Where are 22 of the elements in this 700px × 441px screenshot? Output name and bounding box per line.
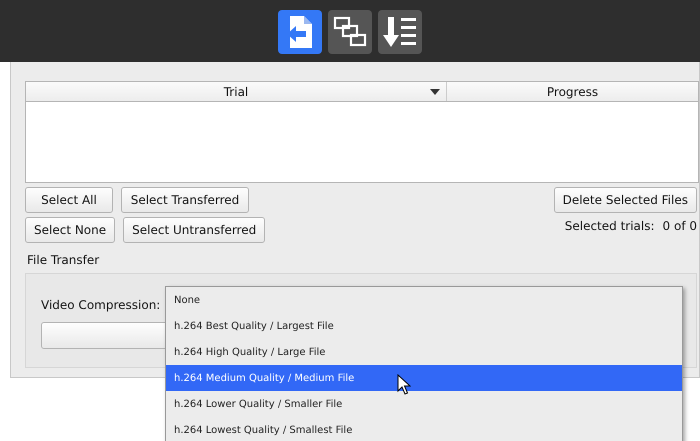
dropdown-arrow-icon[interactable] — [430, 89, 440, 95]
select-button[interactable]: Select Untransferred — [123, 217, 266, 243]
select-button[interactable]: Select Transferred — [121, 187, 249, 213]
dropdown-option[interactable]: h.264 Medium Quality / Medium File — [166, 365, 682, 391]
dropdown-option[interactable]: h.264 Best Quality / Largest File — [166, 313, 682, 339]
delete-selected-files-button[interactable]: Delete Selected Files — [554, 187, 697, 213]
column-header[interactable]: Progress — [446, 82, 698, 101]
dropdown-option[interactable]: h.264 Lower Quality / Smaller File — [166, 391, 682, 417]
dropdown-option[interactable]: h.264 Lowest Quality / Smallest File — [166, 417, 682, 441]
select-button[interactable]: Select All — [25, 187, 113, 213]
selected-trials-label: Selected trials: — [564, 218, 655, 235]
select-button[interactable]: Select None — [25, 217, 116, 243]
group-title: File Transfer — [26, 252, 100, 269]
cursor-icon — [397, 374, 411, 396]
download-list-icon[interactable] — [378, 10, 422, 54]
import-file-icon[interactable] — [278, 10, 322, 54]
dropdown-option[interactable]: None — [166, 287, 682, 313]
column-header[interactable]: Trial — [26, 82, 446, 101]
windows-icon[interactable] — [328, 10, 372, 54]
selected-trials-value: 0 of 0 — [662, 218, 697, 235]
field-label: Video Compression: — [41, 298, 160, 312]
dropdown-option[interactable]: h.264 High Quality / Large File — [166, 339, 682, 365]
